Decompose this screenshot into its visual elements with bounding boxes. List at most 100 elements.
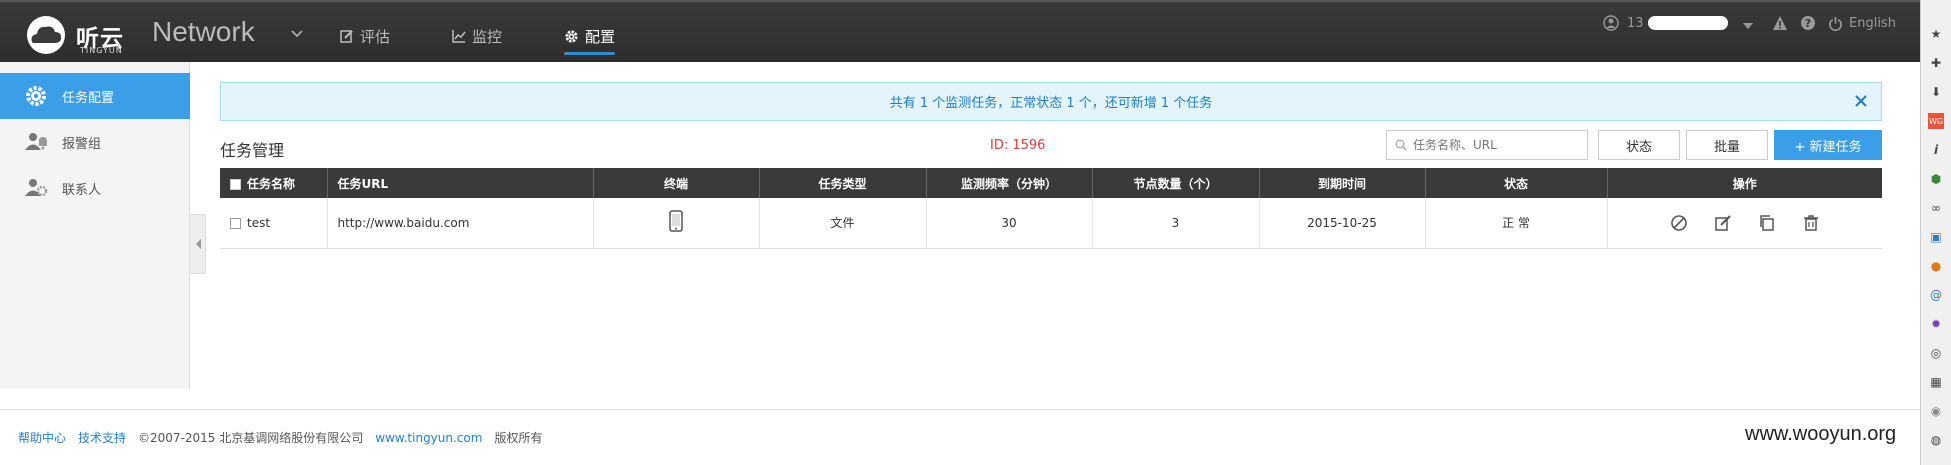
warning-icon[interactable] xyxy=(1772,14,1788,32)
notice-text: 共有 1 个监测任务，正常状态 1 个，还可新增 1 个任务 xyxy=(889,96,1213,111)
table-row: test http://www.baidu.com 文件 30 3 2015-1… xyxy=(220,198,1882,249)
column-header-type: 任务类型 xyxy=(759,168,927,198)
task-url: http://www.baidu.com xyxy=(327,198,594,249)
batch-button[interactable]: 批量 xyxy=(1686,130,1768,160)
rights-text: 版权所有 xyxy=(494,431,543,445)
terminal-cell xyxy=(593,198,760,249)
gear-extension-icon[interactable]: ✹ xyxy=(1928,316,1944,332)
task-name: test xyxy=(247,215,271,230)
svg-text:?: ? xyxy=(1805,17,1811,30)
edit-icon[interactable] xyxy=(1714,214,1732,232)
extension-badge-icon[interactable]: WG xyxy=(1928,113,1944,129)
close-icon[interactable] xyxy=(1853,93,1869,109)
disable-icon[interactable] xyxy=(1670,214,1688,232)
nav-label: 配置 xyxy=(585,27,616,46)
redacted-username xyxy=(1647,16,1728,30)
column-header-frequency: 监测频率（分钟） xyxy=(926,168,1093,198)
task-name-cell: test xyxy=(220,198,328,249)
column-header-expire: 到期时间 xyxy=(1259,168,1426,198)
product-name[interactable]: Network xyxy=(152,16,255,48)
table-header-row: 任务名称 任务URL 终端 任务类型 监测频率（分钟） 节点数量（个） 到期时间… xyxy=(220,168,1882,198)
globe-icon[interactable]: ◉ xyxy=(1928,403,1944,419)
tech-support-link[interactable]: 技术支持 xyxy=(78,429,126,446)
alarm-group-icon xyxy=(25,133,47,150)
page-title: 任务管理 xyxy=(220,141,285,160)
shield-icon[interactable]: ⬢ xyxy=(1928,171,1944,187)
sidebar: 任务配置 报警组 联系人 xyxy=(0,62,190,389)
task-summary-notice: 共有 1 个监测任务，正常状态 1 个，还可新增 1 个任务 xyxy=(220,82,1882,121)
user-name: 13 xyxy=(1627,15,1644,31)
task-nodes: 3 xyxy=(1092,198,1260,249)
tingyun-logo[interactable]: 听云 TINGYUN xyxy=(18,15,128,55)
nav-label: 监控 xyxy=(472,27,503,46)
sidebar-item-task-config[interactable]: 任务配置 xyxy=(0,73,190,119)
extension-more-icon[interactable]: ◍ xyxy=(1928,432,1944,448)
glasses-icon[interactable]: ∞ xyxy=(1928,200,1944,216)
column-header-name: 任务名称 xyxy=(220,168,328,198)
column-header-status: 状态 xyxy=(1425,168,1608,198)
help-icon[interactable]: ? xyxy=(1800,14,1816,32)
translate-icon[interactable]: ● xyxy=(1928,258,1944,274)
language-switch[interactable]: English xyxy=(1828,14,1896,32)
puzzle-icon[interactable]: ✚ xyxy=(1928,55,1944,71)
status-filter-button[interactable]: 状态 xyxy=(1598,130,1680,160)
copyright-text: ©2007-2015 北京基调网络股份有限公司 xyxy=(138,431,364,445)
watermark: www.wooyun.org xyxy=(1745,423,1897,445)
sidebar-collapse-handle[interactable] xyxy=(190,214,206,274)
star-icon[interactable]: ★ xyxy=(1928,26,1944,42)
trash-icon[interactable] xyxy=(1802,214,1820,232)
gear-icon xyxy=(26,86,46,106)
search-icon xyxy=(1395,139,1407,151)
sidebar-item-label: 报警组 xyxy=(62,136,102,152)
task-expire: 2015-10-25 xyxy=(1259,198,1426,249)
footer: 帮助中心 技术支持 ©2007-2015 北京基调网络股份有限公司 www.ti… xyxy=(0,409,1920,465)
chart-icon xyxy=(452,30,466,43)
sidebar-item-label: 任务配置 xyxy=(62,90,115,106)
column-label: 任务名称 xyxy=(247,176,296,191)
contacts-icon xyxy=(25,179,48,197)
nav-config[interactable]: 配置 xyxy=(564,24,616,55)
column-header-url: 任务URL xyxy=(327,168,594,198)
new-task-button[interactable]: + 新建任务 xyxy=(1774,130,1882,160)
row-checkbox[interactable] xyxy=(230,217,241,229)
download-icon[interactable]: ⬇ xyxy=(1928,84,1944,100)
caret-down-icon[interactable] xyxy=(1742,17,1754,35)
cloud-logo-icon xyxy=(27,16,65,54)
gear-icon xyxy=(565,29,578,43)
select-all-checkbox[interactable] xyxy=(230,178,241,190)
nav-monitor[interactable]: 监控 xyxy=(452,24,502,48)
chevron-left-icon xyxy=(195,239,201,249)
spiral-icon[interactable]: @ xyxy=(1928,287,1944,303)
help-center-link[interactable]: 帮助中心 xyxy=(18,429,66,446)
copy-icon[interactable] xyxy=(1758,214,1776,232)
actions-cell xyxy=(1607,198,1882,249)
info-icon[interactable]: i xyxy=(1928,142,1944,158)
task-table: 任务名称 任务URL 终端 任务类型 监测频率（分钟） 节点数量（个） 到期时间… xyxy=(220,168,1882,249)
language-label: English xyxy=(1849,15,1896,31)
sidebar-item-contacts[interactable]: 联系人 xyxy=(0,165,190,211)
search-box[interactable] xyxy=(1386,130,1588,160)
screenshot-icon[interactable]: ▣ xyxy=(1928,229,1944,245)
palette-icon[interactable]: ◎ xyxy=(1928,345,1944,361)
sidebar-item-label: 联系人 xyxy=(62,182,102,198)
search-input[interactable] xyxy=(1413,138,1583,152)
task-status: 正 常 xyxy=(1425,198,1608,249)
top-nav-bar: 听云 TINGYUN Network 评估 监控 配置 13 ? English xyxy=(0,0,1920,62)
mobile-phone-icon xyxy=(669,210,683,232)
sidebar-item-alarm-group[interactable]: 报警组 xyxy=(0,119,190,165)
browser-extension-bar: ★ ✚ ⬇ WG i ⬢ ∞ ▣ ● @ ✹ ◎ ▦ ◉ ◍ xyxy=(1920,0,1951,465)
account-id: ID: 1596 xyxy=(990,138,1046,153)
column-header-terminal: 终端 xyxy=(593,168,760,198)
user-menu[interactable]: 13 xyxy=(1603,14,1728,32)
nav-label: 评估 xyxy=(360,27,391,46)
task-type: 文件 xyxy=(759,198,927,249)
chevron-down-icon[interactable] xyxy=(290,26,304,40)
grid-icon[interactable]: ▦ xyxy=(1928,374,1944,390)
column-header-nodes: 节点数量（个） xyxy=(1092,168,1260,198)
nav-evaluate[interactable]: 评估 xyxy=(340,24,390,48)
task-frequency: 30 xyxy=(926,198,1093,249)
edit-icon xyxy=(340,30,353,43)
power-icon xyxy=(1829,16,1842,31)
column-header-actions: 操作 xyxy=(1607,168,1882,198)
site-link[interactable]: www.tingyun.com xyxy=(375,431,482,445)
